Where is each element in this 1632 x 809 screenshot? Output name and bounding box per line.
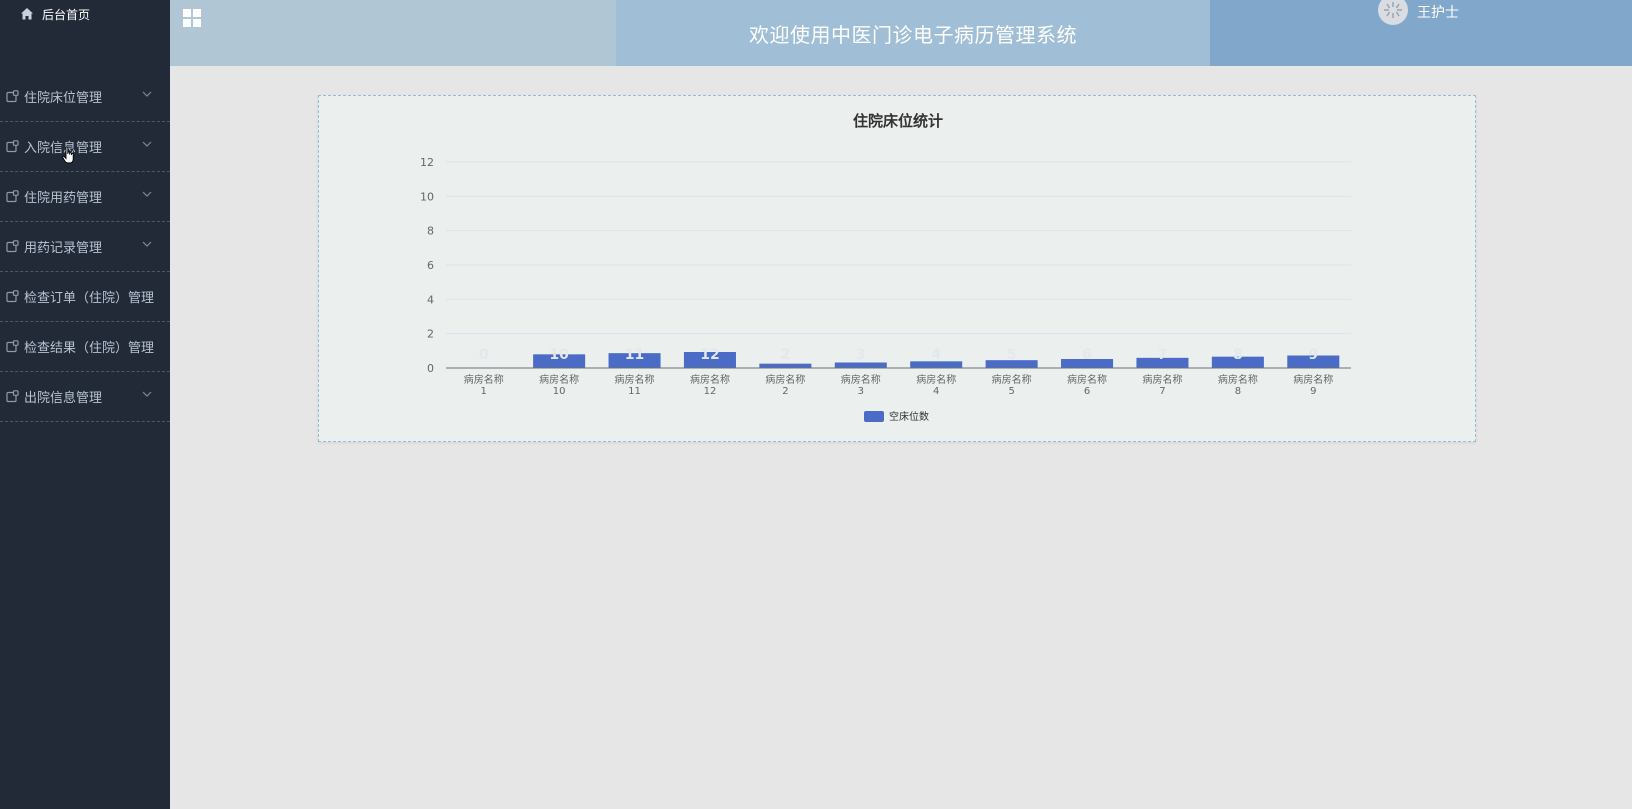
bar-value-label: 7 <box>1158 347 1168 363</box>
sidebar-item-4[interactable]: 用药记录管理 <box>0 222 170 272</box>
sidebar-item-label: 住院床位管理 <box>24 91 103 106</box>
x-tick-label: 病房名称 <box>1142 373 1182 386</box>
sidebar-item-2[interactable]: 入院信息管理 <box>0 122 170 172</box>
x-tick-label: 病房名称 <box>1067 373 1107 386</box>
x-tick-label: 病房名称 <box>992 373 1032 386</box>
sidebar-item-label: 检查订单（住院）管理 <box>24 291 155 306</box>
sidebar: 后台首页 住院床位管理入院信息管理住院用药管理 用药记录管理检查订单（住院）管理检… <box>0 0 170 809</box>
user-name: 王护士 <box>1417 5 1459 21</box>
bed-stats-chart-card: 住院床位统计 0 2 4 6 8 10 12 0 病房名称 1 10 病房名称 10 11 病房名称 11 12 病… <box>318 95 1476 442</box>
x-tick-label: 病房名称 <box>539 373 579 386</box>
x-tick-label: 病房名称 <box>690 373 730 386</box>
module-icon <box>6 390 19 403</box>
x-tick-label: 病房名称 <box>916 373 956 386</box>
user-menu[interactable]: 王护士 <box>1377 0 1459 26</box>
module-icon <box>6 340 19 353</box>
chevron-down-icon <box>142 140 152 148</box>
x-tick-label-line2: 1 <box>481 386 487 397</box>
x-tick-label-line2: 3 <box>858 386 864 397</box>
x-tick-label-line2: 12 <box>704 386 717 397</box>
sidebar-item-label: 住院用药管理 <box>24 191 103 206</box>
sidebar-item-1[interactable]: 住院床位管理 <box>0 72 170 122</box>
x-tick-label-line2: 8 <box>1235 386 1241 397</box>
x-tick-label: 病房名称 <box>841 373 881 386</box>
bar-value-label: 2 <box>781 347 791 363</box>
x-tick-label-line2: 10 <box>553 386 566 397</box>
module-icon <box>6 290 19 303</box>
module-icon <box>6 190 19 203</box>
x-tick-label-line2: 7 <box>1159 386 1165 397</box>
sidebar-menu: 住院床位管理入院信息管理住院用药管理 用药记录管理检查订单（住院）管理 检查结果（住… <box>0 72 170 422</box>
bar-value-label: 6 <box>1082 347 1092 363</box>
sidebar-home-link[interactable]: 后台首页 <box>0 0 170 28</box>
bed-stats-chart: 住院床位统计0246810120病房名称110病房名称1011病房名称1112病… <box>420 112 1351 423</box>
x-tick-label-line2: 11 <box>628 386 641 397</box>
x-tick-label: 病房名称 <box>1293 373 1333 386</box>
bar-6 <box>834 362 887 368</box>
y-tick-label: 10 <box>420 190 434 203</box>
x-tick-label: 病房名称 <box>1218 373 1258 386</box>
chevron-down-icon <box>142 90 152 98</box>
bar-5 <box>759 363 812 368</box>
x-tick-label: 病房名称 <box>615 373 655 386</box>
bar-value-label: 11 <box>625 347 644 363</box>
home-icon <box>20 7 34 21</box>
y-tick-label: 12 <box>420 156 434 169</box>
x-tick-label: 病房名称 <box>765 373 805 386</box>
bar-value-label: 12 <box>700 347 719 363</box>
x-tick-label-line2: 9 <box>1310 386 1316 397</box>
y-tick-label: 0 <box>427 362 434 375</box>
y-tick-label: 4 <box>427 293 434 306</box>
sidebar-item-label: 出院信息管理 <box>24 391 103 406</box>
avatar <box>1378 0 1408 25</box>
sidebar-item-label: 检查结果（住院）管理 <box>24 341 155 356</box>
bar-value-label: 3 <box>856 347 866 363</box>
x-tick-label-line2: 4 <box>933 386 939 397</box>
legend-swatch <box>864 411 884 422</box>
x-tick-label-line2: 5 <box>1008 386 1014 397</box>
bar-value-label: 0 <box>479 347 489 363</box>
bar-value-label: 5 <box>1007 347 1017 363</box>
bar-value-label: 4 <box>931 347 941 363</box>
grid-icon[interactable] <box>183 9 203 29</box>
header-left-segment <box>170 0 616 66</box>
sidebar-home-label: 后台首页 <box>42 7 91 22</box>
sidebar-item-5[interactable]: 检查订单（住院）管理 <box>0 272 170 322</box>
sidebar-item-3[interactable]: 住院用药管理 <box>0 172 170 222</box>
module-icon <box>6 90 19 103</box>
y-tick-label: 6 <box>427 259 434 272</box>
sidebar-item-7[interactable]: 出院信息管理 <box>0 372 170 422</box>
header-title-segment: 欢迎使用中医门诊电子病历管理系统 <box>616 0 1210 66</box>
chart-title: 住院床位统计 <box>853 112 943 130</box>
y-tick-label: 2 <box>427 328 434 341</box>
module-icon <box>6 240 19 253</box>
bar-value-label: 9 <box>1308 347 1318 363</box>
y-tick-label: 8 <box>427 225 434 238</box>
sidebar-item-6[interactable]: 检查结果（住院）管理 <box>0 322 170 372</box>
chevron-down-icon <box>142 390 152 398</box>
chevron-down-icon <box>142 240 152 248</box>
x-tick-label-line2: 6 <box>1084 386 1090 397</box>
sidebar-item-label: 用药记录管理 <box>24 241 103 256</box>
header-user-segment: 王护士 <box>1210 0 1632 66</box>
chevron-down-icon <box>142 190 152 198</box>
x-tick-label-line2: 2 <box>782 386 788 397</box>
system-title: 欢迎使用中医门诊电子病历管理系统 <box>749 22 1077 47</box>
top-header: 欢迎使用中医门诊电子病历管理系统 王护士 <box>170 0 1632 66</box>
legend-label: 空床位数 <box>889 410 929 423</box>
bar-value-label: 10 <box>549 347 569 363</box>
bar-value-label: 8 <box>1233 347 1243 363</box>
module-icon <box>6 140 19 153</box>
x-tick-label: 病房名称 <box>464 373 504 386</box>
hand-cursor-icon <box>62 146 74 164</box>
